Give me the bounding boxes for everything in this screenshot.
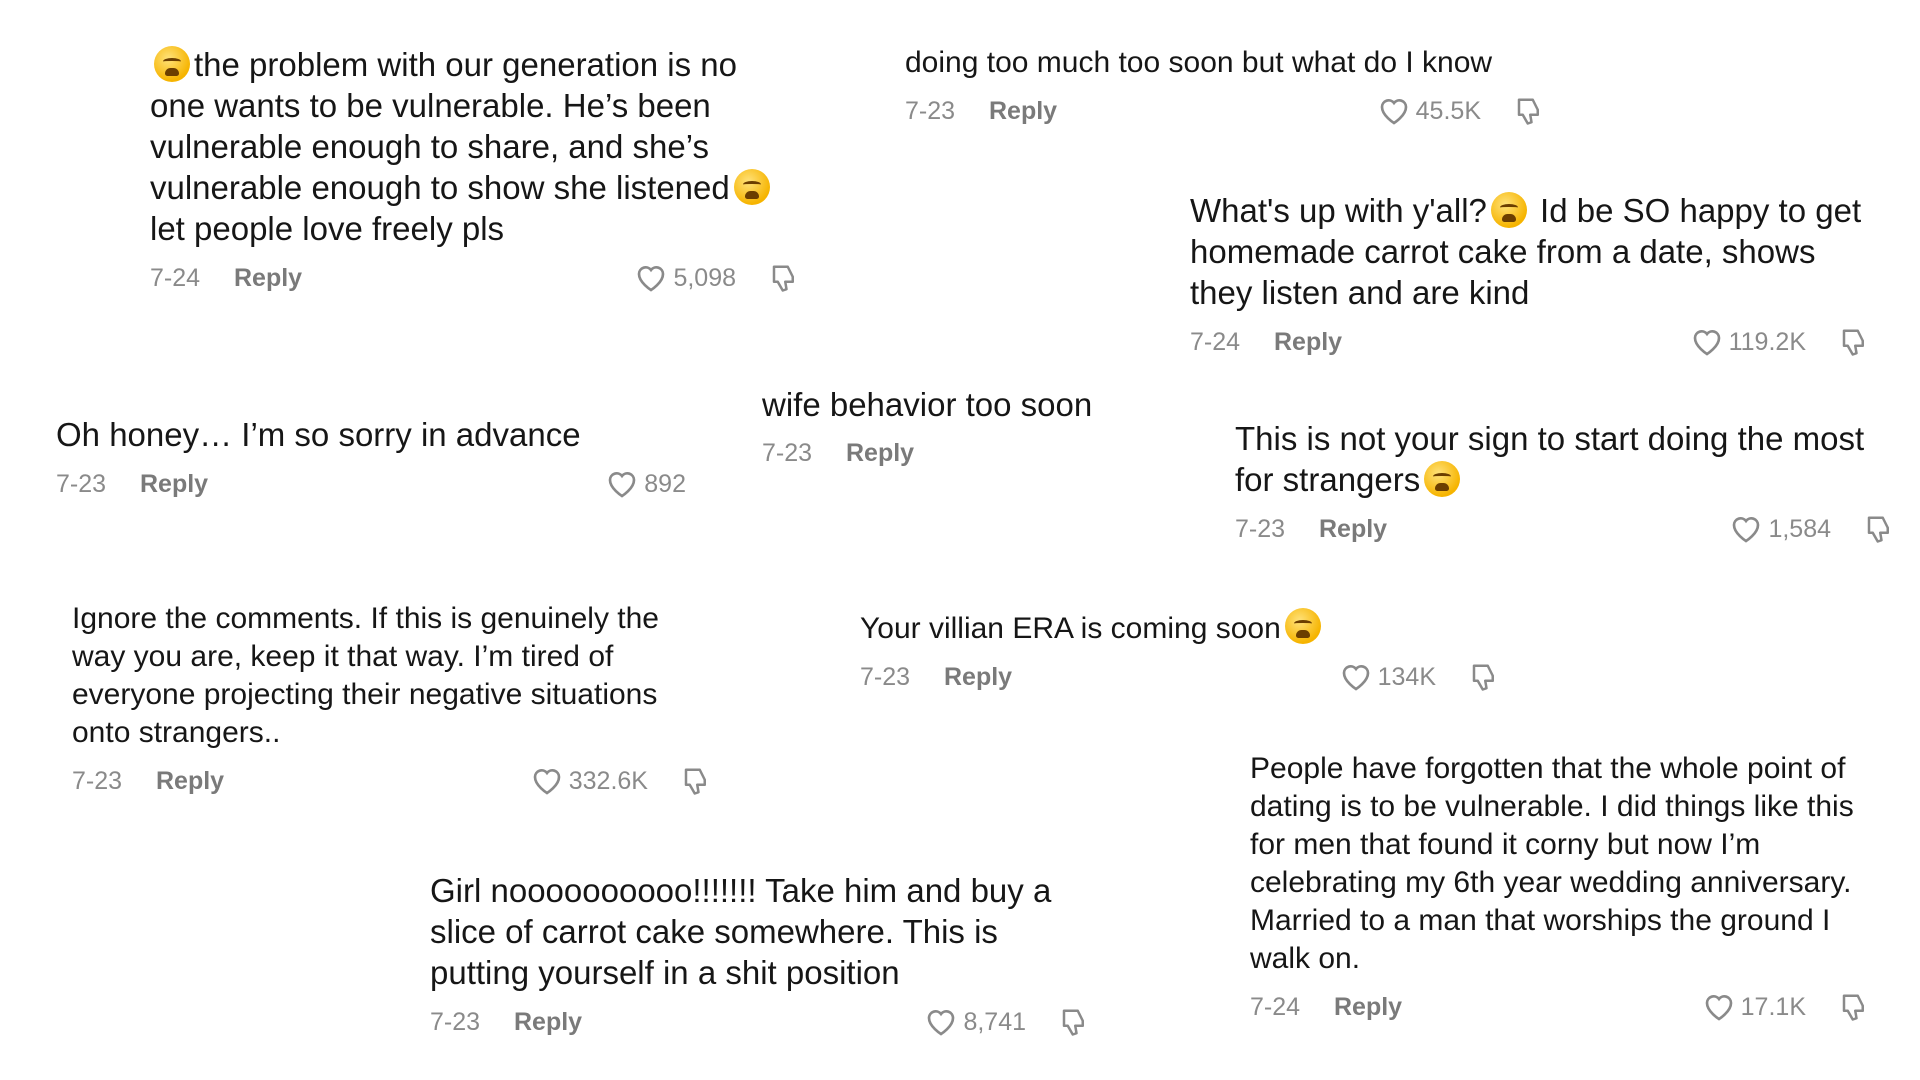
- comment-meta: 7-24 Reply 5,098: [150, 263, 800, 293]
- comment: This is not your sign to start doing the…: [1235, 418, 1895, 544]
- heart-icon: [1342, 665, 1369, 691]
- reply-button[interactable]: Reply: [1274, 328, 1342, 357]
- like-count: 45.5K: [1415, 96, 1481, 125]
- heart-icon: [533, 769, 561, 795]
- comment-text: Ignore the comments. If this is genuinel…: [72, 602, 659, 749]
- comment-date: 7-23: [1235, 514, 1286, 543]
- comment-date: 7-23: [430, 1007, 481, 1036]
- thumbs-down-icon[interactable]: [1513, 96, 1545, 126]
- like-button[interactable]: 119.2K: [1691, 327, 1806, 357]
- thumbs-down-icon[interactable]: [1838, 327, 1870, 357]
- comment-meta: 7-23 Reply 332.6K: [72, 766, 712, 796]
- crying-face-emoji-icon: [1490, 192, 1527, 228]
- thumbs-down-icon[interactable]: [1468, 662, 1500, 692]
- like-button[interactable]: 17.1K: [1703, 992, 1806, 1022]
- comment: Oh honey… I’m so sorry in advance 7-23 R…: [56, 414, 686, 499]
- comment-text: Your villian ERA is coming soon: [860, 608, 1500, 648]
- comment-text: wife behavior too soon: [762, 386, 1093, 423]
- comment: Your villian ERA is coming soon 7-23 Rep…: [860, 608, 1500, 692]
- comment: Ignore the comments. If this is genuinel…: [72, 600, 712, 796]
- reply-button[interactable]: Reply: [140, 470, 208, 499]
- comment-text: This is not your sign to start doing the…: [1235, 420, 1865, 498]
- heart-icon: [1705, 995, 1732, 1021]
- like-count: 332.6K: [568, 766, 648, 795]
- crying-face-emoji-icon: [1284, 608, 1321, 644]
- comment-meta: 7-23 Reply 8,741: [430, 1007, 1090, 1037]
- comment: Girl noooooooooo!!!!!!! Take him and buy…: [430, 870, 1090, 1037]
- crying-face-emoji-icon: [733, 169, 770, 205]
- thumbs-down-icon[interactable]: [1058, 1007, 1090, 1037]
- comment-date: 7-23: [860, 662, 911, 691]
- comment-date: 7-24: [1190, 327, 1241, 356]
- like-count: 119.2K: [1728, 327, 1806, 356]
- like-count: 5,098: [673, 263, 736, 292]
- like-button[interactable]: 5,098: [635, 263, 736, 293]
- comment-text: doing too much too soon but what do I kn…: [905, 46, 1493, 79]
- crying-face-emoji-icon: [154, 46, 190, 82]
- comment-meta: 7-23 Reply 892: [56, 469, 686, 499]
- comment-text: the problem with our generation is no on…: [150, 44, 800, 249]
- thumbs-down-icon[interactable]: [768, 263, 800, 293]
- reply-button[interactable]: Reply: [234, 264, 302, 293]
- thumbs-down-icon[interactable]: [680, 766, 712, 796]
- comment-date: 7-23: [56, 469, 107, 498]
- reply-button[interactable]: Reply: [1334, 993, 1402, 1022]
- comment-date: 7-23: [905, 96, 956, 125]
- like-count: 17.1K: [1740, 992, 1806, 1021]
- comment-text: Oh honey… I’m so sorry in advance: [56, 416, 581, 453]
- like-count: 892: [644, 469, 686, 498]
- like-button[interactable]: 8,741: [925, 1007, 1026, 1037]
- reply-button[interactable]: Reply: [846, 439, 914, 468]
- comment-date: 7-23: [72, 766, 123, 795]
- comment-date: 7-24: [150, 263, 201, 292]
- reply-button[interactable]: Reply: [156, 767, 224, 796]
- heart-icon: [638, 266, 665, 292]
- like-button[interactable]: 332.6K: [531, 766, 648, 796]
- comment-meta: 7-24 Reply 17.1K: [1250, 992, 1870, 1022]
- comment-meta: 7-24 Reply 119.2K: [1190, 327, 1870, 357]
- like-button[interactable]: 1,584: [1730, 514, 1831, 544]
- comment-meta: 7-23 Reply 1,584: [1235, 514, 1895, 544]
- like-count: 1,584: [1768, 514, 1831, 543]
- comment-text: People have forgotten that the whole poi…: [1250, 752, 1854, 975]
- like-count: 8,741: [963, 1007, 1026, 1036]
- like-button[interactable]: 45.5K: [1378, 96, 1481, 126]
- reply-button[interactable]: Reply: [944, 663, 1012, 692]
- thumbs-down-icon[interactable]: [1863, 514, 1895, 544]
- comment: the problem with our generation is no on…: [150, 44, 800, 293]
- comment: People have forgotten that the whole poi…: [1250, 750, 1870, 1022]
- heart-icon: [1380, 99, 1407, 125]
- comment: wife behavior too soon 7-23 Reply: [762, 384, 1182, 468]
- weary-face-emoji-icon: [1424, 461, 1461, 497]
- heart-icon: [928, 1010, 955, 1036]
- heart-icon: [608, 472, 636, 498]
- comment-meta: 7-23 Reply 134K: [860, 662, 1500, 692]
- comment-text: What's up with y'all? Id be SO happy to …: [1190, 192, 1862, 311]
- like-button[interactable]: 892: [606, 469, 686, 499]
- comment-date: 7-23: [762, 439, 813, 467]
- like-count: 134K: [1377, 662, 1436, 691]
- comment-date: 7-24: [1250, 992, 1301, 1021]
- heart-icon: [1733, 517, 1760, 543]
- thumbs-down-icon[interactable]: [1838, 992, 1870, 1022]
- like-button[interactable]: 134K: [1340, 662, 1436, 692]
- comment-meta: 7-23 Reply 45.5K: [905, 96, 1545, 126]
- comment-meta: 7-23 Reply: [762, 439, 1182, 468]
- reply-button[interactable]: Reply: [514, 1008, 582, 1037]
- comment-text: Girl noooooooooo!!!!!!! Take him and buy…: [430, 872, 1052, 991]
- reply-button[interactable]: Reply: [1319, 515, 1387, 544]
- reply-button[interactable]: Reply: [989, 97, 1057, 126]
- comment: What's up with y'all? Id be SO happy to …: [1190, 190, 1870, 357]
- heart-icon: [1693, 330, 1720, 356]
- comment: doing too much too soon but what do I kn…: [905, 44, 1545, 126]
